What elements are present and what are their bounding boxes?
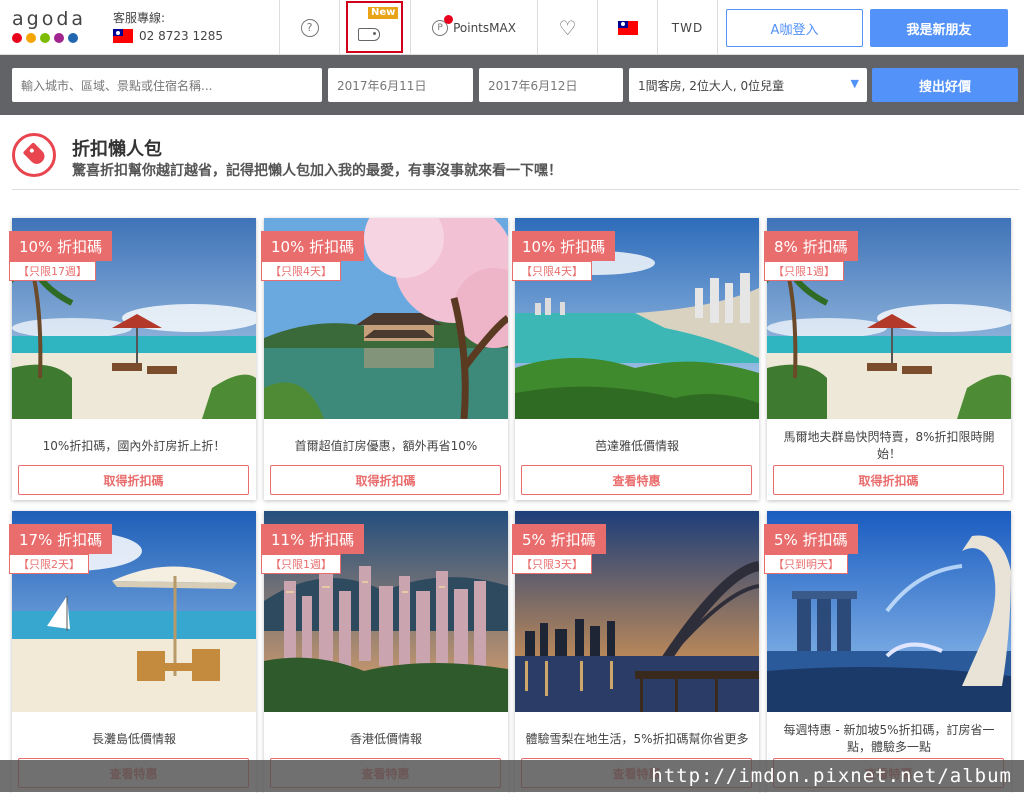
discount-tag-icon (12, 133, 56, 177)
discount-badge: 8% 折扣碼 (764, 231, 858, 261)
customer-service: 客服專線: 02 8723 1285 (113, 9, 223, 43)
deal-title: 10%折扣碼，國內外訂房折上折！ (42, 438, 226, 453)
logo-wordmark: agoda (12, 8, 87, 30)
cs-label: 客服專線: (113, 11, 166, 25)
pointsmax-button[interactable]: P PointsMAX (410, 0, 537, 55)
deal-card[interactable]: 11% 折扣碼 【只限1週】 香港低價情報 查看特惠 (261, 511, 508, 793)
discount-badge: 10% 折扣碼 (512, 231, 616, 261)
language-button[interactable] (597, 0, 657, 55)
tag-icon (358, 28, 380, 41)
discount-badge: 10% 折扣碼 (261, 231, 365, 261)
logo-dots (12, 33, 102, 43)
validity-tag: 【只限1週】 (764, 261, 844, 281)
currency-label: TWD (671, 20, 704, 35)
deal-card[interactable]: 17% 折扣碼 【只限2天】 長灘島低價情報 查看特惠 (9, 511, 256, 793)
deal-card[interactable]: 5% 折扣碼 【只限3天】 體驗雪梨在地生活，5%折扣碼幫你省更多 查看特惠 (512, 511, 759, 793)
pointsmax-label: PointsMAX (453, 20, 516, 35)
chevron-down-icon: ▼ (850, 77, 859, 90)
destination-input[interactable]: 輸入城市、區域、景點或住宿名稱... (12, 68, 322, 102)
help-button[interactable]: ? (279, 0, 339, 55)
deal-title: 每週特惠 - 新加坡5%折扣碼，訂房省一點，體驗多一點 (783, 723, 995, 754)
validity-tag: 【只限1週】 (261, 554, 341, 574)
deal-card[interactable]: 10% 折扣碼 【只限4天】 芭達雅低價情報 查看特惠 (512, 218, 759, 500)
discount-badge: 5% 折扣碼 (764, 524, 858, 554)
pointsmax-icon: P (432, 14, 454, 36)
heart-icon: ♡ (558, 15, 577, 40)
search-bar: 輸入城市、區域、景點或住宿名稱... 2017年6月11日 2017年6月12日… (0, 55, 1024, 115)
deal-action-button[interactable]: 取得折扣碼 (270, 465, 501, 495)
deal-title: 首爾超值訂房優惠，額外再省10% (294, 438, 478, 453)
favorites-button[interactable]: ♡ (537, 0, 597, 55)
taiwan-flag-icon (113, 29, 133, 43)
deal-action-button[interactable]: 取得折扣碼 (773, 465, 1004, 495)
deal-title: 芭達雅低價情報 (594, 438, 679, 453)
signup-button[interactable]: 我是新朋友 (870, 9, 1008, 47)
discount-badge: 10% 折扣碼 (9, 231, 113, 261)
section-title: 折扣懶人包 (72, 139, 162, 160)
section-subtitle: 驚喜折扣幫你越訂越省，記得把懶人包加入我的最愛，有事沒事就來看一下嘿！ (72, 163, 562, 179)
deal-card[interactable]: 10% 折扣碼 【只限4天】 首爾超值訂房優惠，額外再省10% 取得折扣碼 (261, 218, 508, 500)
deal-card[interactable]: 8% 折扣碼 【只限1週】 馬爾地夫群島快閃特賣，8%折扣限時開始！ 取得折扣碼 (764, 218, 1011, 500)
agoda-logo[interactable]: agoda (12, 8, 102, 46)
watermark: http://imdon.pixnet.net/album (0, 760, 1024, 792)
validity-tag: 【只限4天】 (261, 261, 341, 281)
cs-phone: 02 8723 1285 (139, 29, 223, 43)
login-button[interactable]: A咖登入 (726, 9, 863, 47)
occupancy-value: 1間客房, 2位大人, 0位兒童 (638, 78, 785, 93)
deal-action-button[interactable]: 取得折扣碼 (18, 465, 249, 495)
validity-tag: 【只限2天】 (9, 554, 89, 574)
deal-title: 馬爾地夫群島快閃特賣，8%折扣限時開始！ (783, 430, 995, 461)
new-badge: New (368, 7, 399, 19)
taiwan-flag-icon (617, 20, 638, 35)
validity-tag: 【只限17週】 (9, 261, 96, 281)
validity-tag: 【只限3天】 (512, 554, 592, 574)
checkin-date-field[interactable]: 2017年6月11日 (328, 68, 473, 102)
validity-tag: 【只限4天】 (512, 261, 592, 281)
promo-highlight-box: New (346, 1, 403, 53)
promotions-button[interactable]: New (339, 0, 410, 55)
deal-card[interactable]: 5% 折扣碼 【只到明天】 每週特惠 - 新加坡5%折扣碼，訂房省一點，體驗多一… (764, 511, 1011, 793)
currency-button[interactable]: TWD (657, 0, 717, 55)
discount-badge: 17% 折扣碼 (9, 524, 113, 554)
section-header: 折扣懶人包 驚喜折扣幫你越訂越省，記得把懶人包加入我的最愛，有事沒事就來看一下嘿… (12, 132, 1019, 190)
validity-tag: 【只到明天】 (764, 554, 848, 574)
checkout-date-field[interactable]: 2017年6月12日 (479, 68, 623, 102)
top-navigation-bar: agoda 客服專線: 02 8723 1285 ? New P PointsMA… (0, 0, 1024, 55)
discount-badge: 11% 折扣碼 (261, 524, 365, 554)
discount-badge: 5% 折扣碼 (512, 524, 606, 554)
deal-title: 香港低價情報 (349, 731, 422, 746)
deal-action-button[interactable]: 查看特惠 (521, 465, 752, 495)
search-button[interactable]: 搜出好價 (872, 68, 1018, 102)
deal-card[interactable]: 10% 折扣碼 【只限17週】 10%折扣碼，國內外訂房折上折！ 取得折扣碼 (9, 218, 256, 500)
deal-title: 長灘島低價情報 (91, 731, 176, 746)
question-icon: ? (300, 18, 319, 37)
deal-title: 體驗雪梨在地生活，5%折扣碼幫你省更多 (525, 731, 749, 746)
occupancy-select[interactable]: 1間客房, 2位大人, 0位兒童 ▼ (629, 68, 867, 102)
